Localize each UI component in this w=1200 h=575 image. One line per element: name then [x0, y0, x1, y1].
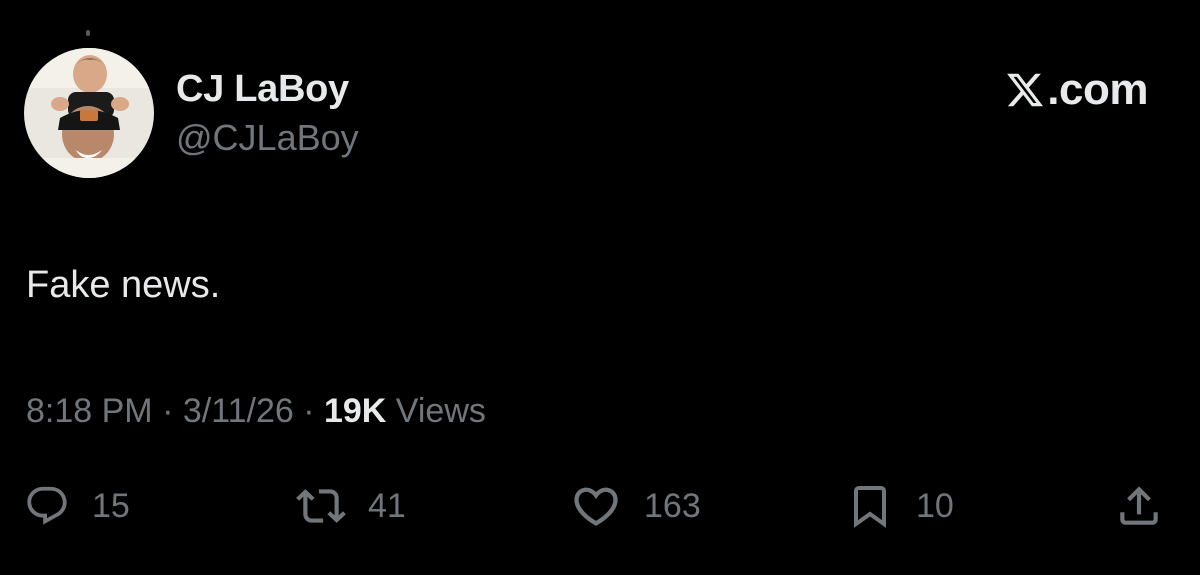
x-logo-icon — [1005, 70, 1045, 110]
tweet-meta: 8:18 PM · 3/11/26 · 19K Views — [26, 390, 486, 432]
tweet-date[interactable]: 3/11/26 — [183, 392, 294, 430]
share-icon — [1114, 481, 1164, 531]
like-button[interactable]: 163 — [570, 476, 701, 536]
reply-button[interactable]: 15 — [24, 476, 130, 536]
avatar-photo — [24, 48, 154, 178]
author-block[interactable]: CJ LaBoy @CJLaBoy — [176, 66, 359, 160]
tweet-text: Fake news. — [26, 264, 221, 306]
status-dot — [86, 30, 90, 36]
brand-domain-label: .com — [1047, 65, 1148, 114]
heart-icon — [570, 480, 622, 532]
views-label: Views — [386, 392, 486, 430]
retweet-button[interactable]: 41 — [296, 476, 406, 536]
views-count: 19K — [323, 392, 387, 430]
tweet-card: CJ LaBoy @CJLaBoy .com Fake news. 8:18 P… — [0, 0, 1200, 575]
author-display-name[interactable]: CJ LaBoy — [176, 66, 359, 112]
avatar[interactable] — [24, 48, 154, 178]
author-handle[interactable]: @CJLaBoy — [176, 116, 359, 160]
tweet-time[interactable]: 8:18 PM — [26, 392, 153, 430]
x-com-brand: .com — [1005, 66, 1148, 114]
bookmark-count: 10 — [916, 486, 954, 525]
meta-separator: · — [152, 392, 183, 430]
retweet-count: 41 — [368, 486, 406, 525]
like-count: 163 — [644, 486, 701, 525]
retweet-icon — [296, 481, 346, 531]
reply-icon — [24, 483, 70, 529]
bookmark-icon — [846, 482, 894, 530]
bookmark-button[interactable]: 10 — [846, 476, 954, 536]
reply-count: 15 — [92, 486, 130, 525]
action-bar: 15 41 163 10 — [0, 476, 1200, 536]
meta-separator: · — [293, 392, 324, 430]
share-button[interactable] — [1114, 476, 1164, 536]
